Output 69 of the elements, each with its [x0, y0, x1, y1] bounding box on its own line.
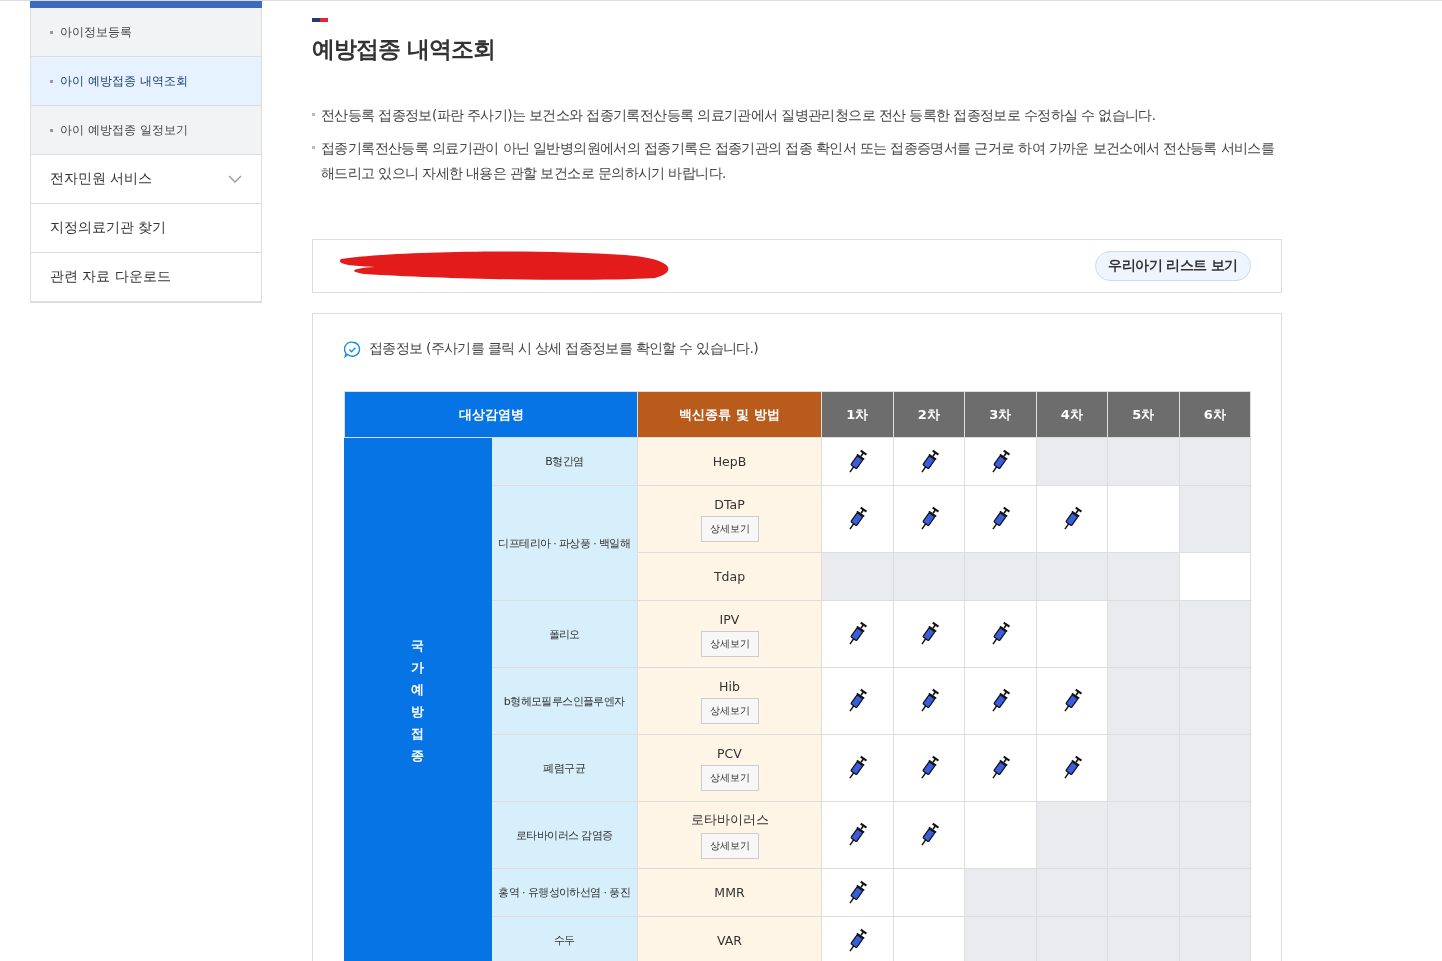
column-header: 1차: [821, 391, 893, 438]
unavailable-dose-cell: [1107, 801, 1179, 869]
syringe-icon[interactable]: [989, 621, 1012, 647]
category-cell: 국가예방접종: [344, 437, 491, 961]
syringe-icon[interactable]: [989, 755, 1012, 781]
unavailable-dose-cell: [964, 916, 1036, 961]
syringe-icon[interactable]: [989, 506, 1012, 532]
vaccine-name: HepB: [711, 454, 748, 469]
column-header: 대상감염병: [344, 391, 638, 438]
panel-caption: 접종정보 (주사기를 클릭 시 상세 접종정보를 확인할 수 있습니다.): [369, 340, 759, 358]
column-header: 백신종류 및 방법: [637, 391, 822, 438]
sidebar-item[interactable]: 아이정보등록: [31, 8, 261, 57]
disease-cell: 홍역 · 유행성이하선염 · 풍진: [491, 868, 638, 917]
detail-button[interactable]: 상세보기: [700, 697, 759, 724]
unavailable-dose-cell: [964, 868, 1036, 917]
disease-cell: 폐렴구균: [491, 734, 638, 802]
column-header: 3차: [964, 391, 1036, 438]
notice-text: 접종기록전산등록 의료기관이 아닌 일반병의원에서의 접종기록은 접종기관의 접종 확인서 또는 접종증명서를 근거로 하여 가까운 보건소에서 전산등록 서비스를 해드리고 있으니 자세한 내용은 관할 보건소로 문의하시기 바랍니다.: [321, 139, 1276, 183]
unavailable-dose-cell: [1107, 552, 1179, 601]
vaccine-name: 로타바이러스: [689, 811, 770, 829]
unavailable-dose-cell: [1107, 600, 1179, 668]
page-title: 예방접종 내역조회: [312, 35, 496, 64]
vaccine-name: MMR: [713, 885, 746, 900]
unavailable-dose-cell: [1036, 868, 1108, 917]
syringe-icon[interactable]: [846, 879, 869, 906]
syringe-icon[interactable]: [846, 755, 869, 781]
column-header: 5차: [1107, 391, 1179, 438]
notice-text: 전산등록 접종정보(파란 주사기)는 보건소와 접종기록전산등록 의료기관에서 질병관리청으로 전산 등록한 접종정보로 수정하실 수 없습니다.: [321, 106, 1157, 125]
column-header: 6차: [1179, 391, 1251, 438]
disease-cell: 수두: [491, 916, 638, 961]
syringe-icon[interactable]: [846, 822, 869, 848]
unavailable-dose-cell: [1179, 437, 1251, 486]
syringe-icon[interactable]: [846, 621, 869, 647]
unavailable-dose-cell: [1179, 734, 1251, 802]
column-header: 2차: [893, 391, 965, 438]
syringe-icon[interactable]: [989, 448, 1012, 475]
unavailable-dose-cell: [1179, 667, 1251, 735]
dose-cell: [1179, 552, 1251, 601]
sidebar-item[interactable]: 아이 예방접종 내역조회: [31, 57, 261, 106]
detail-button[interactable]: 상세보기: [700, 630, 759, 657]
syringe-icon[interactable]: [989, 688, 1012, 714]
column-header: 4차: [1036, 391, 1108, 438]
disease-cell: B형간염: [491, 437, 638, 486]
disease-cell: 로타바이러스 감염증: [491, 801, 638, 869]
vaccine-name: IPV: [718, 611, 741, 627]
vaccine-name: Hib: [718, 678, 741, 694]
vaccine-name: Tdap: [712, 569, 747, 584]
unavailable-dose-cell: [1179, 485, 1251, 553]
syringe-icon[interactable]: [846, 448, 869, 475]
syringe-icon[interactable]: [846, 927, 869, 954]
disease-cell: b형헤모필루스인플루엔자: [491, 667, 638, 735]
unavailable-dose-cell: [1179, 600, 1251, 668]
vaccine-name: DTaP: [713, 496, 746, 512]
vaccine-name: VAR: [716, 933, 743, 948]
unavailable-dose-cell: [1179, 801, 1251, 869]
disease-cell: 폴리오: [491, 600, 638, 668]
unavailable-dose-cell: [1179, 868, 1251, 917]
disease-cell: 디프테리아 · 파상풍 · 백일해: [491, 485, 638, 601]
child-list-button[interactable]: 우리아기 리스트 보기: [1095, 251, 1251, 281]
sidebar-item[interactable]: 아이 예방접종 일정보기: [31, 106, 261, 155]
chat-check-icon: [344, 340, 361, 358]
syringe-icon[interactable]: [846, 688, 869, 714]
vaccine-name: PCV: [716, 745, 743, 761]
detail-button[interactable]: 상세보기: [700, 764, 759, 791]
title-mark-icon: [312, 18, 328, 22]
detail-button[interactable]: 상세보기: [700, 515, 759, 542]
unavailable-dose-cell: [1107, 437, 1179, 486]
syringe-icon[interactable]: [846, 506, 869, 532]
detail-button[interactable]: 상세보기: [700, 832, 759, 859]
